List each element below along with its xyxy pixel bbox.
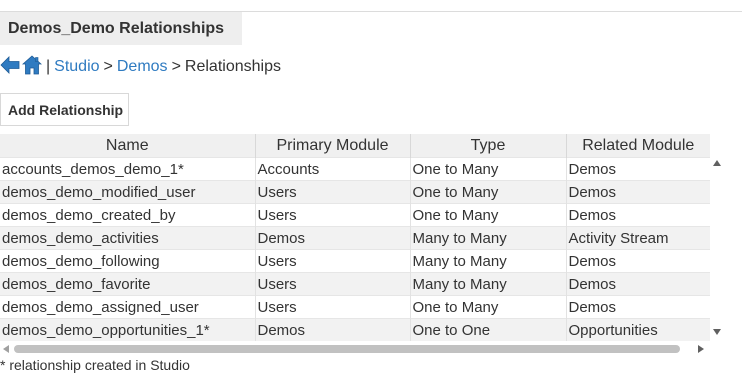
horizontal-scrollbar[interactable] (0, 342, 710, 356)
vertical-scrollbar[interactable] (710, 157, 724, 342)
cell-name: demos_demo_favorite (0, 272, 256, 296)
back-arrow-icon[interactable] (0, 55, 20, 79)
table-row[interactable]: demos_demo_opportunities_1* Demos One to… (0, 318, 710, 341)
cell-name: demos_demo_following (0, 249, 256, 273)
cell-related-module: Demos (566, 249, 710, 273)
cell-primary-module: Demos (255, 226, 411, 250)
column-header-related-module[interactable]: Related Module (566, 134, 710, 158)
relationships-table: Name Primary Module Type Related Module … (0, 134, 710, 341)
breadcrumb-arrow: > (171, 58, 181, 75)
table-row[interactable]: demos_demo_assigned_user Users One to Ma… (0, 295, 710, 319)
cell-name: demos_demo_modified_user (0, 180, 256, 204)
cell-type: One to Many (410, 180, 567, 204)
table-row[interactable]: demos_demo_created_by Users One to Many … (0, 203, 710, 227)
cell-type: One to Many (410, 203, 567, 227)
breadcrumb-separator: | (46, 58, 51, 75)
cell-type: One to One (410, 318, 567, 341)
table-header-row: Name Primary Module Type Related Module (0, 134, 710, 158)
cell-name: demos_demo_opportunities_1* (0, 318, 256, 341)
cell-primary-module: Users (255, 203, 411, 227)
scroll-right-arrow-icon[interactable] (698, 345, 704, 353)
cell-related-module: Demos (566, 295, 710, 319)
table-row[interactable]: demos_demo_favorite Users Many to Many D… (0, 272, 710, 296)
table-row[interactable]: demos_demo_modified_user Users One to Ma… (0, 180, 710, 204)
cell-related-module: Demos (566, 157, 710, 181)
cell-name: accounts_demos_demo_1* (0, 157, 256, 181)
column-header-primary-module[interactable]: Primary Module (255, 134, 411, 158)
horizontal-scroll-thumb[interactable] (14, 345, 680, 353)
breadcrumb: | Studio > Demos > Relationships (0, 54, 281, 80)
table-row[interactable]: demos_demo_following Users Many to Many … (0, 249, 710, 273)
cell-type: One to Many (410, 157, 567, 181)
cell-primary-module: Users (255, 272, 411, 296)
scroll-down-arrow-icon[interactable] (713, 329, 721, 335)
cell-primary-module: Accounts (255, 157, 411, 181)
add-relationship-button[interactable]: Add Relationship (0, 93, 129, 126)
cell-type: Many to Many (410, 249, 567, 273)
home-icon[interactable] (21, 54, 43, 80)
table-row[interactable]: accounts_demos_demo_1* Accounts One to M… (0, 157, 710, 181)
cell-related-module: Activity Stream (566, 226, 710, 250)
breadcrumb-arrow: > (103, 58, 113, 75)
cell-primary-module: Demos (255, 318, 411, 341)
page-title: Demos_Demo Relationships (0, 12, 242, 45)
scroll-left-arrow-icon[interactable] (3, 345, 9, 353)
cell-related-module: Demos (566, 180, 710, 204)
breadcrumb-current: Relationships (184, 58, 281, 75)
cell-type: Many to Many (410, 272, 567, 296)
cell-type: One to Many (410, 295, 567, 319)
cell-primary-module: Users (255, 180, 411, 204)
breadcrumb-studio-link[interactable]: Studio (54, 58, 99, 76)
breadcrumb-module-link[interactable]: Demos (117, 58, 168, 76)
scroll-up-arrow-icon[interactable] (713, 160, 721, 166)
cell-related-module: Demos (566, 203, 710, 227)
studio-footnote: * relationship created in Studio (0, 357, 190, 373)
cell-related-module: Opportunities (566, 318, 710, 341)
cell-type: Many to Many (410, 226, 567, 250)
table-row[interactable]: demos_demo_activities Demos Many to Many… (0, 226, 710, 250)
column-header-type[interactable]: Type (410, 134, 567, 158)
cell-name: demos_demo_activities (0, 226, 256, 250)
cell-related-module: Demos (566, 272, 710, 296)
cell-name: demos_demo_assigned_user (0, 295, 256, 319)
cell-primary-module: Users (255, 249, 411, 273)
cell-name: demos_demo_created_by (0, 203, 256, 227)
cell-primary-module: Users (255, 295, 411, 319)
column-header-name[interactable]: Name (0, 134, 256, 158)
